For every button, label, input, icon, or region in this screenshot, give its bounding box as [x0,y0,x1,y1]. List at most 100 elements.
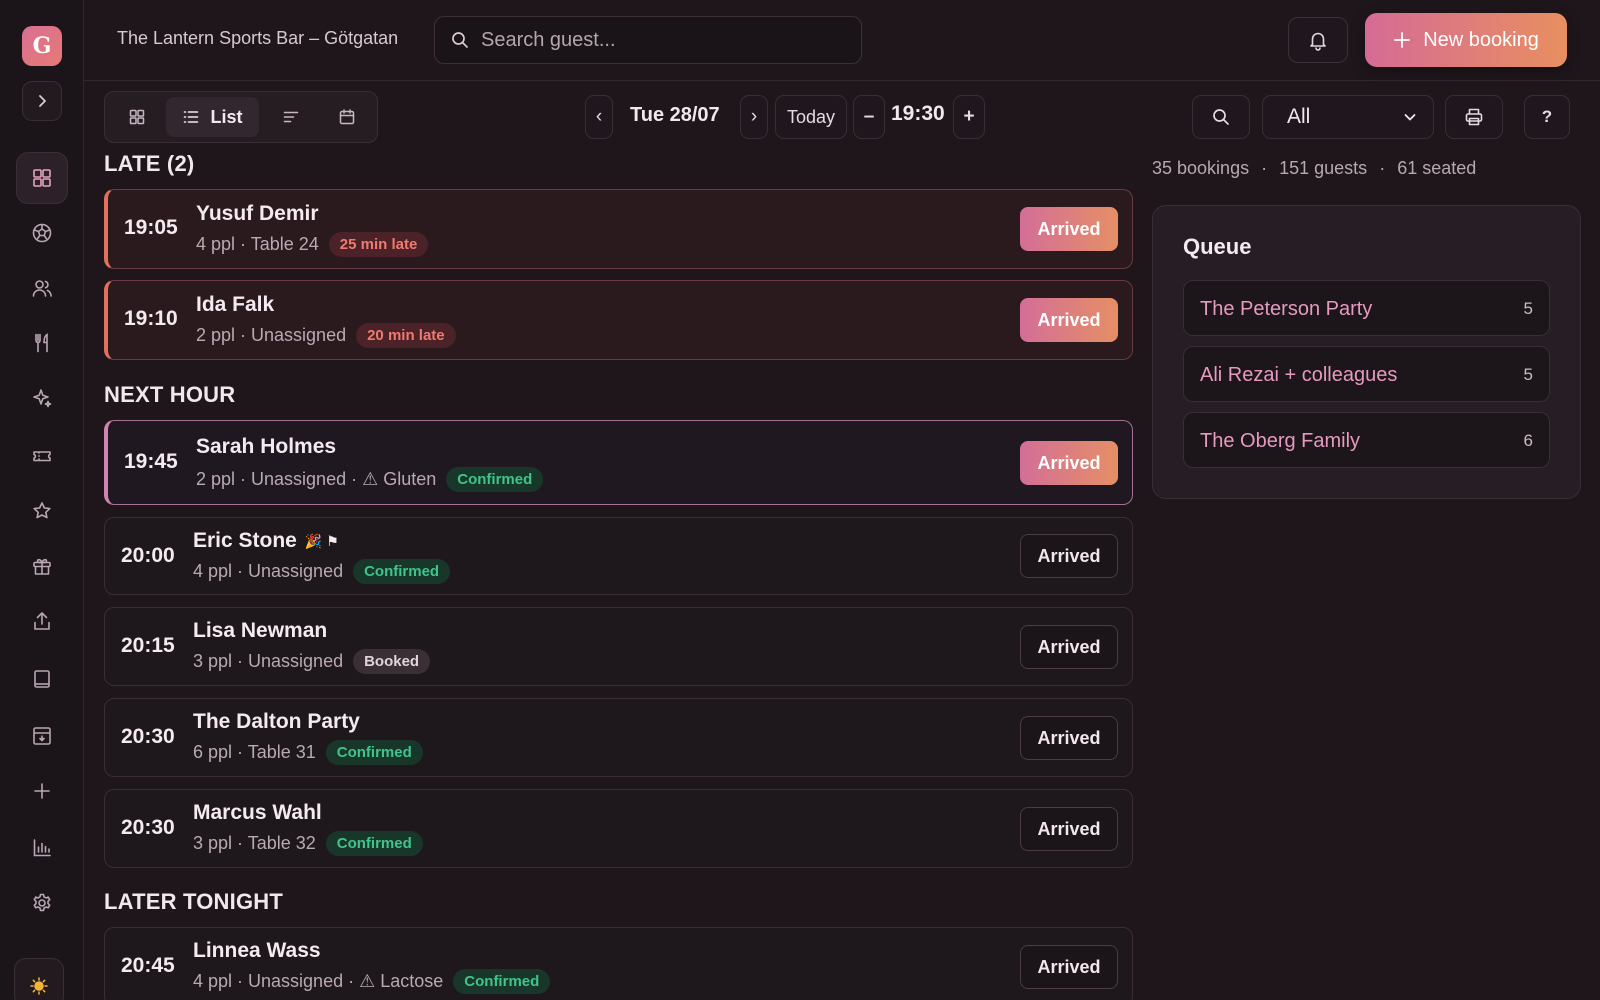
header-divider [84,80,1600,81]
current-date[interactable]: Tue 28/07 [630,104,720,127]
today-button[interactable]: Today [775,95,847,139]
notifications-button[interactable] [1288,17,1348,63]
sidebar-item-menu[interactable] [16,317,68,369]
queue-party-name: The Oberg Family [1200,430,1361,452]
sidebar-item-notes[interactable] [16,653,68,705]
status-badge: Confirmed [446,467,544,492]
next-day-button[interactable]: › [740,95,768,139]
party-details: 6 ppl · Table 31 [193,742,316,762]
sidebar-item-gifts[interactable] [16,540,68,592]
booking-row[interactable]: 19:05 Yusuf Demir 4 ppl · Table 24 25 min… [104,189,1133,269]
booking-stats: 35 bookings · 151 guests · 61 seated [1152,158,1476,179]
arrived-button[interactable]: Arrived [1020,298,1118,342]
sidebar-item-guests[interactable] [16,262,68,314]
late-badge: 25 min late [328,232,429,257]
cutlery-icon [35,333,48,353]
booking-time: 20:15 [121,634,175,657]
queue-item[interactable]: The Oberg Family 6 [1183,412,1550,468]
status-badge: Booked [353,649,431,674]
sidebar-item-sports[interactable] [16,207,68,259]
sidebar-divider [83,0,84,1000]
list-view-button[interactable]: List [166,97,259,137]
sidebar-item-ai[interactable] [16,372,68,424]
booking-row[interactable]: 19:10 Ida Falk 2 ppl · Unassigned 20 min … [104,280,1133,360]
queue-item[interactable]: The Peterson Party 5 [1183,280,1550,336]
book-icon [34,670,50,688]
current-time[interactable]: 19:30 [891,102,945,126]
sidebar-item-reviews[interactable] [16,485,68,537]
booking-row[interactable]: 20:00 Eric Stone 🎉 ⚑ 4 ppl · Unassigned Co… [104,517,1133,595]
print-button[interactable] [1445,95,1503,139]
arrived-button[interactable]: Arrived [1020,207,1118,251]
booking-row[interactable]: 20:30 The Dalton Party 6 ppl · Table 31 C… [104,698,1133,777]
seated-count: 61 seated [1397,158,1477,178]
upload-icon [34,612,50,630]
booking-row[interactable]: 19:45 Sarah Holmes 2 ppl · Unassigned · … [104,420,1133,505]
queue-item[interactable]: Ali Rezai + colleagues 5 [1183,346,1550,402]
venue-name[interactable]: The Lantern Sports Bar – Götgatan [117,28,398,49]
sidebar-item-tickets[interactable] [16,430,68,482]
grid-view-button[interactable] [113,97,161,137]
search-input[interactable] [481,28,841,52]
sidebar-item-reports[interactable] [16,822,68,874]
guest-name-text: Ida Falk [196,293,275,316]
arrived-button[interactable]: Arrived [1020,534,1118,578]
new-booking-label: New booking [1423,28,1539,51]
booking-row[interactable]: 20:15 Lisa Newman 3 ppl · Unassigned Book… [104,607,1133,686]
previous-day-button[interactable]: ‹ [585,95,613,139]
sidebar-item-export[interactable] [16,595,68,647]
search-bookings-button[interactable] [1192,95,1250,139]
arrived-button[interactable]: Arrived [1020,441,1118,485]
brand-logo[interactable]: G [22,26,62,66]
calendar-icon [339,109,355,125]
time-increment-button[interactable]: + [953,95,985,139]
plus-icon [1394,32,1411,48]
new-booking-button[interactable]: New booking [1365,13,1567,67]
guest-name-text: The Dalton Party [193,710,360,733]
booking-meta: 3 ppl · Table 32 Confirmed [193,831,423,856]
arrived-button[interactable]: Arrived [1020,625,1118,669]
late-badge: 20 min late [356,323,456,348]
arrived-button[interactable]: Arrived [1020,945,1118,989]
arrived-button[interactable]: Arrived [1020,807,1118,851]
guest-name-text: Lisa Newman [193,619,328,642]
booking-row[interactable]: 20:45 Linnea Wass 4 ppl · Unassigned · ⚠… [104,927,1133,1000]
guest-name-text: Marcus Wahl [193,801,322,824]
search-icon [1213,109,1229,125]
party-details: 4 ppl · Table 24 [196,234,319,254]
sidebar-item-settings[interactable] [16,877,68,929]
guest-search[interactable] [434,16,862,64]
printer-icon [1465,108,1483,126]
queue-party-size: 6 [1523,431,1533,450]
theme-toggle-button[interactable] [14,958,64,1000]
party-details: 3 ppl · Table 32 [193,833,316,853]
guest-name: Marcus Wahl [193,801,322,825]
sidebar-item-archive[interactable] [16,710,68,762]
guest-name-text: Yusuf Demir [196,202,319,225]
guest-name-text: Sarah Holmes [196,435,337,458]
guest-name: Ida Falk [196,293,274,317]
queue-party-size: 5 [1523,365,1533,384]
booking-time: 20:30 [121,725,175,748]
timeline-view-button[interactable] [267,97,315,137]
booking-row[interactable]: 20:30 Marcus Wahl 3 ppl · Table 32 Confir… [104,789,1133,868]
sun-icon [30,977,48,995]
booking-time: 20:30 [121,816,175,839]
calendar-view-button[interactable] [323,97,371,137]
arrived-button[interactable]: Arrived [1020,716,1118,760]
help-button[interactable]: ? [1524,95,1570,139]
stats-separator: · [1379,158,1386,178]
chevron-right-icon: › [750,106,758,127]
guest-name: Linnea Wass [193,939,321,963]
status-filter-select[interactable]: All [1262,95,1434,139]
expand-sidebar-button[interactable] [22,81,62,121]
booking-meta: 4 ppl · Unassigned · ⚠ Lactose Confirmed [193,969,551,994]
booking-meta: 3 ppl · Unassigned Booked [193,649,431,674]
archive-icon [33,727,51,745]
booking-time: 20:45 [121,954,175,977]
sparkle-icon [33,389,52,408]
bell-icon [1310,32,1326,51]
time-decrement-button[interactable]: – [853,95,885,139]
sidebar-item-add[interactable] [16,765,68,817]
sidebar-item-dashboard[interactable] [16,152,68,204]
